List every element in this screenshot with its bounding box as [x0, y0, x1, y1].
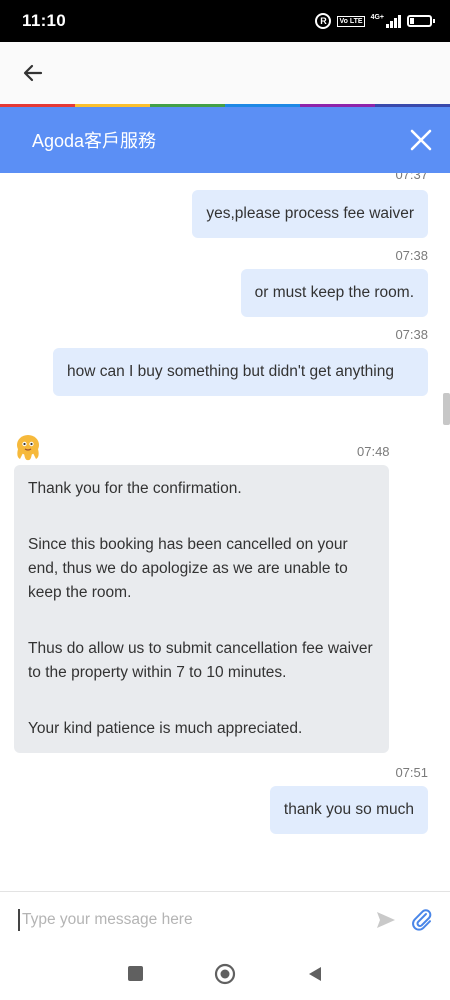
message-timestamp: 07:48	[357, 444, 390, 459]
incoming-message: Thank you for the confirmation. Since th…	[14, 465, 389, 753]
scrollbar-thumb[interactable]	[443, 393, 450, 425]
paperclip-icon	[412, 908, 432, 931]
chat-header: Agoda客戶服務	[0, 107, 450, 173]
triangle-back-icon	[309, 966, 321, 981]
battery-icon	[407, 15, 435, 27]
outgoing-message: thank you so much	[269, 786, 428, 834]
close-icon	[410, 129, 432, 151]
status-bar: 11:10 R Vo LTE 4G+	[0, 0, 450, 42]
outgoing-message: or must keep the room.	[240, 269, 428, 317]
chat-title: Agoda客戶服務	[32, 131, 157, 151]
system-nav-bar	[0, 947, 450, 1000]
message-timestamp: 07:37	[395, 173, 428, 182]
message-timestamp: 07:51	[395, 765, 428, 780]
message-list[interactable]: 07:37 yes,please process fee waiver 07:3…	[0, 173, 450, 891]
outgoing-message: yes,please process fee waiver	[192, 190, 428, 238]
status-icons: R Vo LTE 4G+	[315, 13, 435, 29]
status-time: 11:10	[22, 11, 67, 30]
volte-icon: Vo LTE	[337, 15, 365, 27]
signal-icon: 4G+	[371, 14, 401, 28]
attach-button[interactable]	[408, 906, 436, 934]
message-paragraph: Thus do allow us to submit cancellation …	[28, 640, 373, 681]
registered-icon: R	[315, 13, 332, 29]
message-paragraph: Thank you for the confirmation.	[28, 480, 242, 497]
back-button[interactable]	[20, 60, 46, 86]
recents-button[interactable]	[124, 963, 146, 985]
outgoing-message: how can I buy something but didn't get a…	[53, 348, 428, 396]
message-timestamp: 07:38	[395, 327, 428, 342]
network-type-label: 4G+	[370, 14, 384, 21]
agent-mascot-icon	[17, 435, 39, 461]
close-button[interactable]	[408, 127, 434, 153]
message-paragraph: Your kind patience is much appreciated.	[28, 720, 303, 737]
home-button[interactable]	[214, 963, 236, 985]
top-nav-bar	[0, 42, 450, 104]
square-icon	[127, 966, 143, 981]
system-back-button[interactable]	[304, 963, 326, 985]
message-timestamp: 07:38	[395, 248, 428, 263]
send-icon	[377, 911, 395, 928]
phone-screen: 11:10 R Vo LTE 4G+ Agoda客戶服務 07:37 yes,p…	[0, 0, 450, 1000]
message-paragraph: Since this booking has been cancelled on…	[28, 536, 348, 601]
circle-icon	[214, 963, 236, 984]
send-button[interactable]	[372, 906, 400, 934]
message-input[interactable]	[18, 908, 364, 931]
arrow-left-icon	[23, 64, 43, 82]
message-composer	[0, 891, 450, 947]
